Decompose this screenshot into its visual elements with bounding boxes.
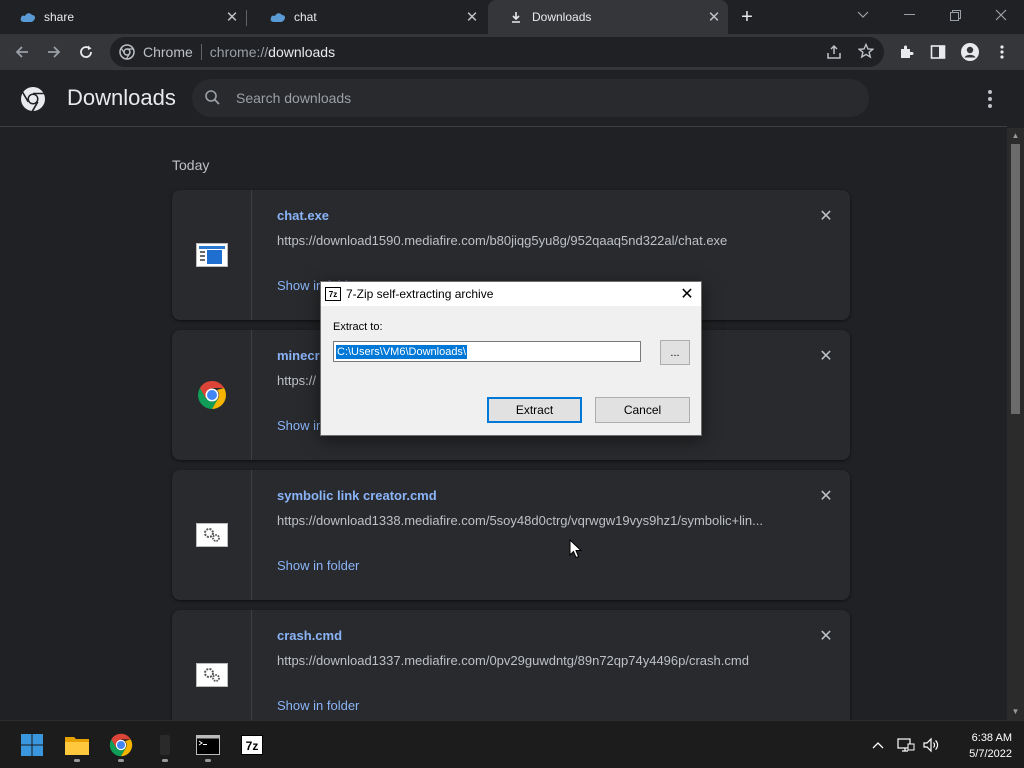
running-indicator	[74, 759, 80, 762]
cloud-icon	[270, 9, 286, 25]
mouse-cursor-icon	[569, 538, 583, 559]
windows-taskbar: 7z 6:38 AM 5/7/2022	[0, 720, 1024, 768]
minimize-button[interactable]	[886, 0, 932, 30]
scrollbar-thumb[interactable]	[1011, 144, 1020, 414]
dialog-title: 7-Zip self-extracting archive	[346, 287, 494, 301]
blank-app-icon[interactable]	[145, 727, 185, 763]
site-name: Chrome	[143, 44, 193, 60]
extract-to-label: Extract to:	[333, 321, 383, 333]
tab-divider	[246, 10, 247, 26]
running-indicator	[162, 759, 168, 762]
new-tab-button[interactable]: +	[736, 6, 758, 28]
remove-download-icon[interactable]: ✕	[817, 207, 835, 225]
downloads-menu-icon[interactable]	[980, 88, 1000, 110]
bookmark-star-icon[interactable]	[857, 42, 875, 64]
tab-close-icon[interactable]: ✕	[704, 7, 724, 27]
share-icon[interactable]	[826, 44, 842, 65]
tab-title: share	[44, 10, 75, 24]
tab-search-icon[interactable]	[840, 0, 886, 30]
chrome-icon	[172, 330, 252, 460]
address-bar[interactable]: Chrome chrome://downloads	[110, 37, 884, 67]
browser-menu-icon[interactable]	[989, 39, 1015, 65]
cmd-file-icon	[172, 470, 252, 600]
download-icon	[508, 9, 524, 25]
extract-path-field[interactable]: C:\Users\VM6\Downloads\	[333, 341, 641, 362]
tab-close-icon[interactable]: ✕	[222, 7, 242, 27]
profile-icon[interactable]	[957, 39, 983, 65]
extensions-icon[interactable]	[893, 39, 919, 65]
download-url[interactable]: https://download1337.mediafire.com/0pv29…	[277, 653, 777, 668]
tab-strip: share ✕ chat ✕ Downloads ✕ +	[0, 0, 1024, 34]
download-filename[interactable]: symbolic link creator.cmd	[277, 488, 437, 503]
system-clock[interactable]: 6:38 AM 5/7/2022	[940, 730, 1012, 762]
download-filename[interactable]: chat.exe	[277, 208, 329, 223]
dialog-close-icon[interactable]: ✕	[673, 283, 701, 305]
tab-title: chat	[294, 10, 317, 24]
search-icon	[204, 89, 222, 107]
cancel-button[interactable]: Cancel	[595, 397, 690, 423]
show-hidden-icons-icon[interactable]	[868, 735, 888, 755]
chrome-site-icon	[119, 44, 135, 60]
download-url[interactable]: https://download1338.mediafire.com/5soy4…	[277, 513, 777, 528]
7zip-icon[interactable]: 7z	[232, 727, 272, 763]
download-item: crash.cmd https://download1337.mediafire…	[172, 610, 850, 720]
download-url[interactable]: https://download1590.mediafire.com/b80ji…	[277, 233, 777, 248]
search-downloads-box[interactable]	[192, 79, 869, 117]
forward-button[interactable]	[41, 39, 67, 65]
cmd-file-icon	[172, 610, 252, 720]
browse-button[interactable]: ...	[660, 340, 690, 365]
download-item: symbolic link creator.cmd https://downlo…	[172, 470, 850, 600]
remove-download-icon[interactable]: ✕	[817, 487, 835, 505]
url-scheme: chrome://	[209, 44, 269, 60]
remove-download-icon[interactable]: ✕	[817, 627, 835, 645]
show-in-folder-link[interactable]: Show in folder	[277, 558, 359, 573]
terminal-icon[interactable]	[188, 727, 228, 763]
clock-date: 5/7/2022	[969, 748, 1012, 760]
dialog-titlebar[interactable]: 7z 7-Zip self-extracting archive ✕	[321, 282, 701, 306]
svg-text:7z: 7z	[246, 739, 259, 753]
cloud-icon	[20, 9, 36, 25]
search-input[interactable]	[236, 90, 836, 106]
browser-toolbar: Chrome chrome://downloads	[0, 34, 1024, 70]
7zip-icon: 7z	[325, 287, 341, 301]
date-section-label: Today	[172, 157, 210, 173]
extract-path-value: C:\Users\VM6\Downloads\	[336, 345, 467, 359]
start-icon[interactable]	[12, 727, 52, 763]
tab-share[interactable]: share ✕	[0, 0, 246, 34]
tab-downloads[interactable]: Downloads ✕	[488, 0, 728, 34]
omnibox-divider	[200, 44, 202, 60]
chrome-logo-icon	[20, 86, 46, 112]
side-panel-icon[interactable]	[925, 39, 951, 65]
exe-file-icon	[172, 190, 252, 320]
volume-icon[interactable]	[921, 735, 941, 755]
url-host: downloads	[268, 44, 336, 60]
running-indicator	[205, 759, 211, 762]
chrome-icon[interactable]	[101, 727, 141, 763]
back-button[interactable]	[9, 39, 35, 65]
tab-chat[interactable]: chat ✕	[250, 0, 486, 34]
vertical-scrollbar[interactable]: ▲ ▼	[1007, 128, 1024, 720]
scroll-up-arrow-icon[interactable]: ▲	[1007, 128, 1024, 142]
show-in-folder-link[interactable]: Show in folder	[277, 698, 359, 713]
clock-time: 6:38 AM	[971, 732, 1012, 744]
reload-button[interactable]	[73, 39, 99, 65]
file-explorer-icon[interactable]	[57, 727, 97, 763]
restore-button[interactable]	[932, 0, 978, 30]
page-title: Downloads	[67, 85, 176, 110]
close-window-button[interactable]	[978, 0, 1024, 30]
downloads-header: Downloads	[0, 70, 1007, 127]
running-indicator	[118, 759, 124, 762]
remove-download-icon[interactable]: ✕	[817, 347, 835, 365]
download-filename[interactable]: crash.cmd	[277, 628, 342, 643]
sevenzip-sfx-dialog: 7z 7-Zip self-extracting archive ✕ Extra…	[320, 281, 702, 436]
scroll-down-arrow-icon[interactable]: ▼	[1007, 704, 1024, 718]
tab-title: Downloads	[532, 10, 592, 24]
tab-close-icon[interactable]: ✕	[462, 7, 482, 27]
extract-button[interactable]: Extract	[487, 397, 582, 423]
network-icon[interactable]	[896, 735, 916, 755]
